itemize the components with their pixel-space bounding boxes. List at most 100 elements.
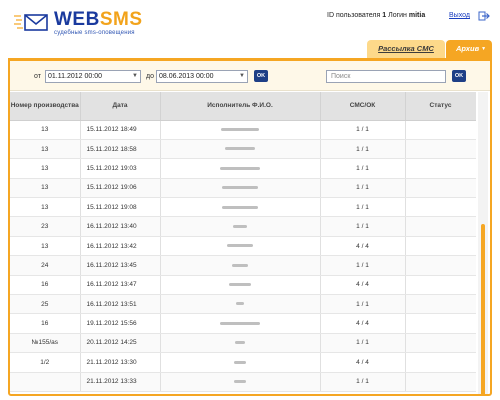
redacted-name — [222, 186, 258, 190]
archive-panel: от 01.11.2012 00:00 ▼ до 08.06.2013 00:00… — [8, 58, 492, 396]
cell-sms-ok: 4 / 4 — [320, 275, 406, 296]
cell-executor — [160, 313, 321, 334]
cell-executor — [160, 333, 321, 354]
cell-date: 15.11.2012 19:03 — [80, 158, 161, 179]
redacted-name — [221, 127, 259, 131]
logo: WEBSMS судебные sms-оповещения — [14, 10, 143, 36]
table-row[interactable]: 13 15.11.2012 18:49 1 / 1 — [10, 120, 476, 140]
cell-date: 15.11.2012 18:49 — [80, 120, 161, 140]
table-row[interactable]: 23 16.11.2012 13:40 1 / 1 — [10, 216, 476, 237]
tab-send-sms[interactable]: Рассылка СМС — [367, 40, 445, 58]
cell-executor — [160, 216, 321, 237]
redacted-name — [233, 224, 247, 228]
date-to-select[interactable]: 08.06.2013 00:00 ▼ — [156, 70, 248, 83]
scrollbar-thumb[interactable] — [481, 224, 485, 394]
cell-status — [405, 236, 476, 257]
cell-case-number: 24 — [10, 255, 81, 276]
cell-sms-ok: 1 / 1 — [320, 139, 406, 160]
cell-sms-ok: 1 / 1 — [320, 294, 406, 315]
table-row[interactable]: 13 16.11.2012 13:42 4 / 4 — [10, 236, 476, 257]
column-header-date[interactable]: Дата — [80, 92, 161, 121]
table-row[interactable]: 25 16.11.2012 13:51 1 / 1 — [10, 294, 476, 315]
tab-archive[interactable]: Архив ▼ — [446, 40, 492, 58]
from-label: от — [34, 73, 41, 80]
column-header-executor[interactable]: Исполнитель Ф.И.О. — [160, 92, 321, 121]
cell-executor — [160, 294, 321, 315]
redacted-name — [227, 244, 253, 248]
tab-bar: Рассылка СМС Архив ▼ — [367, 40, 492, 58]
cell-executor — [160, 352, 321, 373]
table-row[interactable]: 16 19.11.2012 15:56 4 / 4 — [10, 313, 476, 334]
cell-date: 16.11.2012 13:47 — [80, 275, 161, 296]
redacted-name — [236, 302, 244, 306]
cell-status — [405, 120, 476, 140]
archive-table: Номер производства Дата Исполнитель Ф.И.… — [10, 92, 476, 392]
cell-executor — [160, 236, 321, 257]
cell-sms-ok: 1 / 1 — [320, 372, 406, 392]
search-input[interactable]: Поиск — [326, 70, 446, 83]
cell-case-number: 25 — [10, 294, 81, 315]
cell-case-number: 13 — [10, 120, 81, 140]
cell-date: 15.11.2012 19:06 — [80, 178, 161, 199]
cell-status — [405, 352, 476, 373]
cell-date: 16.11.2012 13:51 — [80, 294, 161, 315]
date-ok-button[interactable]: OK — [254, 70, 268, 82]
cell-status — [405, 197, 476, 218]
cell-date: 16.11.2012 13:42 — [80, 236, 161, 257]
cell-date: 19.11.2012 15:56 — [80, 313, 161, 334]
table-row[interactable]: 13 15.11.2012 19:06 1 / 1 — [10, 178, 476, 199]
cell-executor — [160, 372, 321, 392]
cell-date: 15.11.2012 18:58 — [80, 139, 161, 160]
redacted-name — [235, 341, 245, 345]
column-header-sms-ok[interactable]: СМС/ОК — [320, 92, 406, 121]
table-row[interactable]: 1/2 21.11.2012 13:30 4 / 4 — [10, 352, 476, 373]
filter-bar: от 01.11.2012 00:00 ▼ до 08.06.2013 00:00… — [10, 61, 490, 91]
cell-case-number: 13 — [10, 139, 81, 160]
logout-link[interactable]: Выход — [449, 12, 470, 19]
cell-sms-ok: 1 / 1 — [320, 255, 406, 276]
cell-sms-ok: 4 / 4 — [320, 236, 406, 257]
dropdown-icon: ▼ — [132, 73, 138, 79]
table-row[interactable]: 16 16.11.2012 13:47 4 / 4 — [10, 275, 476, 296]
cell-case-number: 13 — [10, 197, 81, 218]
cell-sms-ok: 1 / 1 — [320, 178, 406, 199]
logo-tagline: судебные sms-оповещения — [54, 30, 135, 36]
column-header-case-number[interactable]: Номер производства — [10, 92, 81, 121]
column-header-status[interactable]: Статус — [405, 92, 476, 121]
logo-name: WEBSMS — [54, 9, 143, 30]
cell-sms-ok: 1 / 1 — [320, 333, 406, 354]
cell-case-number: №155/as — [10, 333, 81, 354]
cell-sms-ok: 1 / 1 — [320, 120, 406, 140]
table-row[interactable]: 13 15.11.2012 19:03 1 / 1 — [10, 158, 476, 179]
search-ok-button[interactable]: OK — [452, 70, 466, 82]
table-row[interactable]: №155/as 20.11.2012 14:25 1 / 1 — [10, 333, 476, 354]
table-row[interactable]: 13 15.11.2012 19:08 1 / 1 — [10, 197, 476, 218]
table-row[interactable]: 24 16.11.2012 13:45 1 / 1 — [10, 255, 476, 276]
cell-case-number: 13 — [10, 158, 81, 179]
dropdown-icon: ▼ — [239, 73, 245, 79]
redacted-name — [234, 380, 246, 384]
cell-executor — [160, 120, 321, 140]
cell-case-number: 13 — [10, 236, 81, 257]
cell-status — [405, 275, 476, 296]
user-info: ID пользователя 1 Логин mitia — [327, 12, 426, 19]
cell-date: 16.11.2012 13:45 — [80, 255, 161, 276]
table-row[interactable]: 13 15.11.2012 18:58 1 / 1 — [10, 139, 476, 160]
logout-arrow-icon[interactable] — [478, 11, 490, 21]
redacted-name — [220, 321, 260, 325]
cell-executor — [160, 275, 321, 296]
redacted-name — [232, 263, 248, 267]
table-row[interactable]: 21.11.2012 13:33 1 / 1 — [10, 372, 476, 392]
cell-executor — [160, 255, 321, 276]
cell-sms-ok: 4 / 4 — [320, 313, 406, 334]
cell-executor — [160, 197, 321, 218]
cell-status — [405, 313, 476, 334]
date-from-select[interactable]: 01.11.2012 00:00 ▼ — [45, 70, 141, 83]
archive-table-wrap: Номер производства Дата Исполнитель Ф.И.… — [10, 92, 476, 394]
cell-status — [405, 216, 476, 237]
cell-status — [405, 255, 476, 276]
cell-case-number: 23 — [10, 216, 81, 237]
scrollbar[interactable] — [478, 92, 488, 394]
cell-sms-ok: 1 / 1 — [320, 158, 406, 179]
redacted-name — [234, 360, 246, 364]
